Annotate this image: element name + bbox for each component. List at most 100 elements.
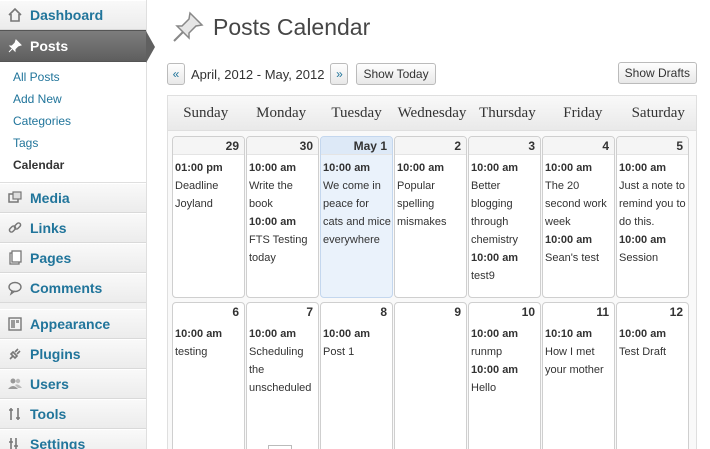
- post-time: 10:00 am: [249, 328, 297, 340]
- post-title[interactable]: How I met your mother: [545, 343, 614, 379]
- submenu-add-new[interactable]: Add New: [0, 88, 146, 110]
- next-button[interactable]: »: [330, 63, 349, 85]
- calendar-day[interactable]: 10 10:00 am runmp 10:00 am Hello: [468, 302, 541, 449]
- menu-plugins[interactable]: Plugins: [0, 339, 146, 369]
- menu-pages[interactable]: Pages: [0, 243, 146, 273]
- calendar-post[interactable]: 10:10 am How I met your mother: [545, 325, 614, 379]
- speech-bubble-icon: [6, 279, 24, 297]
- posts-submenu: All Posts Add New Categories Tags Calend…: [0, 62, 146, 183]
- day-number: 4: [543, 137, 614, 155]
- post-title[interactable]: Sean's test: [545, 249, 614, 267]
- submenu-calendar[interactable]: Calendar: [0, 154, 146, 176]
- post-title[interactable]: Test Draft: [619, 343, 688, 361]
- calendar-post[interactable]: 10:00 am We come in peace for cats and mi…: [323, 159, 392, 249]
- calendar-post[interactable]: 10:00 am Just a note to remind you to do …: [619, 159, 688, 231]
- day-number: 5: [617, 137, 688, 155]
- calendar-day[interactable]: 8 10:00 am Post 1: [320, 302, 393, 449]
- menu-settings-label: Settings: [30, 436, 86, 449]
- calendar-post[interactable]: 10:00 am Better blogging through chemistr…: [471, 159, 540, 249]
- calendar-post[interactable]: 10:00 am FTS Testing today: [249, 213, 318, 267]
- menu-links[interactable]: Links: [0, 213, 146, 243]
- weekday-header: Sunday Monday Tuesday Wednesday Thursday Frid…: [168, 96, 696, 131]
- calendar-post[interactable]: 10:00 am testing: [175, 325, 244, 361]
- menu-dashboard[interactable]: Dashboard: [0, 0, 146, 30]
- menu-users[interactable]: Users: [0, 369, 146, 399]
- post-title[interactable]: runmp: [471, 343, 540, 361]
- calendar-day[interactable]: 30 10:00 am Write the book 10:00 am FTS Test…: [246, 136, 319, 298]
- menu-media[interactable]: Media: [0, 183, 146, 213]
- calendar-day[interactable]: 6 10:00 am testing: [172, 302, 245, 449]
- post-title[interactable]: Session: [619, 249, 688, 267]
- post-time: 10:00 am: [175, 328, 223, 340]
- day-number: 6: [232, 305, 239, 319]
- post-title[interactable]: Post 1: [323, 343, 392, 361]
- day-posts: 01:00 pm Deadline Joyland: [173, 155, 244, 213]
- calendar-day[interactable]: 5 10:00 am Just a note to remind you to do…: [616, 136, 689, 298]
- post-title[interactable]: Hello: [471, 379, 540, 397]
- menu-appearance-label: Appearance: [30, 316, 111, 332]
- calendar-post[interactable]: 10:00 am Sean's test: [545, 231, 614, 267]
- menu-settings[interactable]: Settings: [0, 429, 146, 449]
- day-posts: 10:00 am testing: [173, 321, 244, 361]
- resize-handle[interactable]: [268, 445, 292, 449]
- menu-posts[interactable]: Posts: [0, 30, 155, 63]
- calendar-day[interactable]: 9: [394, 302, 467, 449]
- menu-appearance[interactable]: Appearance: [0, 309, 146, 339]
- prev-button[interactable]: «: [167, 63, 185, 85]
- users-icon: [6, 375, 24, 393]
- post-title[interactable]: Write the book: [249, 177, 318, 213]
- show-today-button[interactable]: Show Today: [356, 63, 436, 85]
- submenu-categories[interactable]: Categories: [0, 110, 146, 132]
- calendar-day[interactable]: 2 10:00 am Popular spelling mismakes: [394, 136, 467, 298]
- main-content: Posts Calendar « April, 2012 - May, 2012…: [147, 0, 710, 449]
- calendar-post[interactable]: 10:00 am Popular spelling mismakes: [397, 159, 466, 231]
- calendar-post[interactable]: 10:00 am runmp: [471, 325, 540, 361]
- menu-tools[interactable]: Tools: [0, 399, 146, 429]
- post-title[interactable]: We come in peace for cats and mice every…: [323, 177, 392, 249]
- day-posts: 10:00 am The 20 second work week 10:00 am S…: [543, 155, 614, 267]
- day-posts: 10:00 am Post 1: [321, 321, 392, 361]
- menu-comments[interactable]: Comments: [0, 273, 146, 303]
- calendar-day[interactable]: 11 10:10 am How I met your mother: [542, 302, 615, 449]
- show-drafts-button[interactable]: Show Drafts: [617, 62, 697, 84]
- page-title: Posts Calendar: [213, 13, 371, 40]
- day-posts: [395, 321, 466, 325]
- post-title[interactable]: Just a note to remind you to do this.: [619, 177, 688, 231]
- calendar-post[interactable]: 10:00 am Scheduling the unscheduled: [249, 325, 318, 397]
- post-title[interactable]: Better blogging through chemistry: [471, 177, 540, 249]
- calendar-day[interactable]: 7 10:00 am Scheduling the unscheduled: [246, 302, 319, 449]
- calendar-post[interactable]: 10:00 am test9: [471, 249, 540, 285]
- calendar-post[interactable]: 10:00 am Test Draft: [619, 325, 688, 361]
- submenu-tags[interactable]: Tags: [0, 132, 146, 154]
- post-title[interactable]: Scheduling the unscheduled: [249, 343, 318, 397]
- weekday-tuesday: Tuesday: [331, 105, 382, 121]
- calendar-post[interactable]: 10:00 am Session: [619, 231, 688, 267]
- calendar-post[interactable]: 10:00 am Hello: [471, 361, 540, 397]
- post-title[interactable]: Popular spelling mismakes: [397, 177, 466, 231]
- calendar-post[interactable]: 10:00 am Post 1: [323, 325, 392, 361]
- post-time: 10:00 am: [471, 328, 519, 340]
- post-title[interactable]: Deadline Joyland: [175, 177, 244, 213]
- calendar-post[interactable]: 10:00 am The 20 second work week: [545, 159, 614, 231]
- menu-media-label: Media: [30, 190, 70, 206]
- calendar-day-today[interactable]: May 1 10:00 am We come in peace for cats a…: [320, 136, 393, 298]
- post-title[interactable]: FTS Testing today: [249, 231, 318, 267]
- day-number: 2: [395, 137, 466, 155]
- day-number: 8: [380, 305, 387, 319]
- calendar-day[interactable]: 3 10:00 am Better blogging through chemist…: [468, 136, 541, 298]
- day-number: 3: [469, 137, 540, 155]
- calendar-post[interactable]: 10:00 am Write the book: [249, 159, 318, 213]
- post-title[interactable]: test9: [471, 267, 540, 285]
- calendar-day[interactable]: 12 10:00 am Test Draft: [616, 302, 689, 449]
- page-header: Posts Calendar: [171, 10, 370, 44]
- submenu-all-posts[interactable]: All Posts: [0, 66, 146, 88]
- calendar-post[interactable]: 01:00 pm Deadline Joyland: [175, 159, 244, 213]
- day-posts: 10:00 am Scheduling the unscheduled: [247, 321, 318, 397]
- day-number: 29: [173, 137, 244, 155]
- calendar-day[interactable]: 4 10:00 am The 20 second work week 10:00 am…: [542, 136, 615, 298]
- post-title[interactable]: testing: [175, 343, 244, 361]
- post-title[interactable]: The 20 second work week: [545, 177, 614, 231]
- day-number: 10: [521, 305, 535, 319]
- calendar-day[interactable]: 29 01:00 pm Deadline Joyland: [172, 136, 245, 298]
- post-time: 10:10 am: [545, 328, 593, 340]
